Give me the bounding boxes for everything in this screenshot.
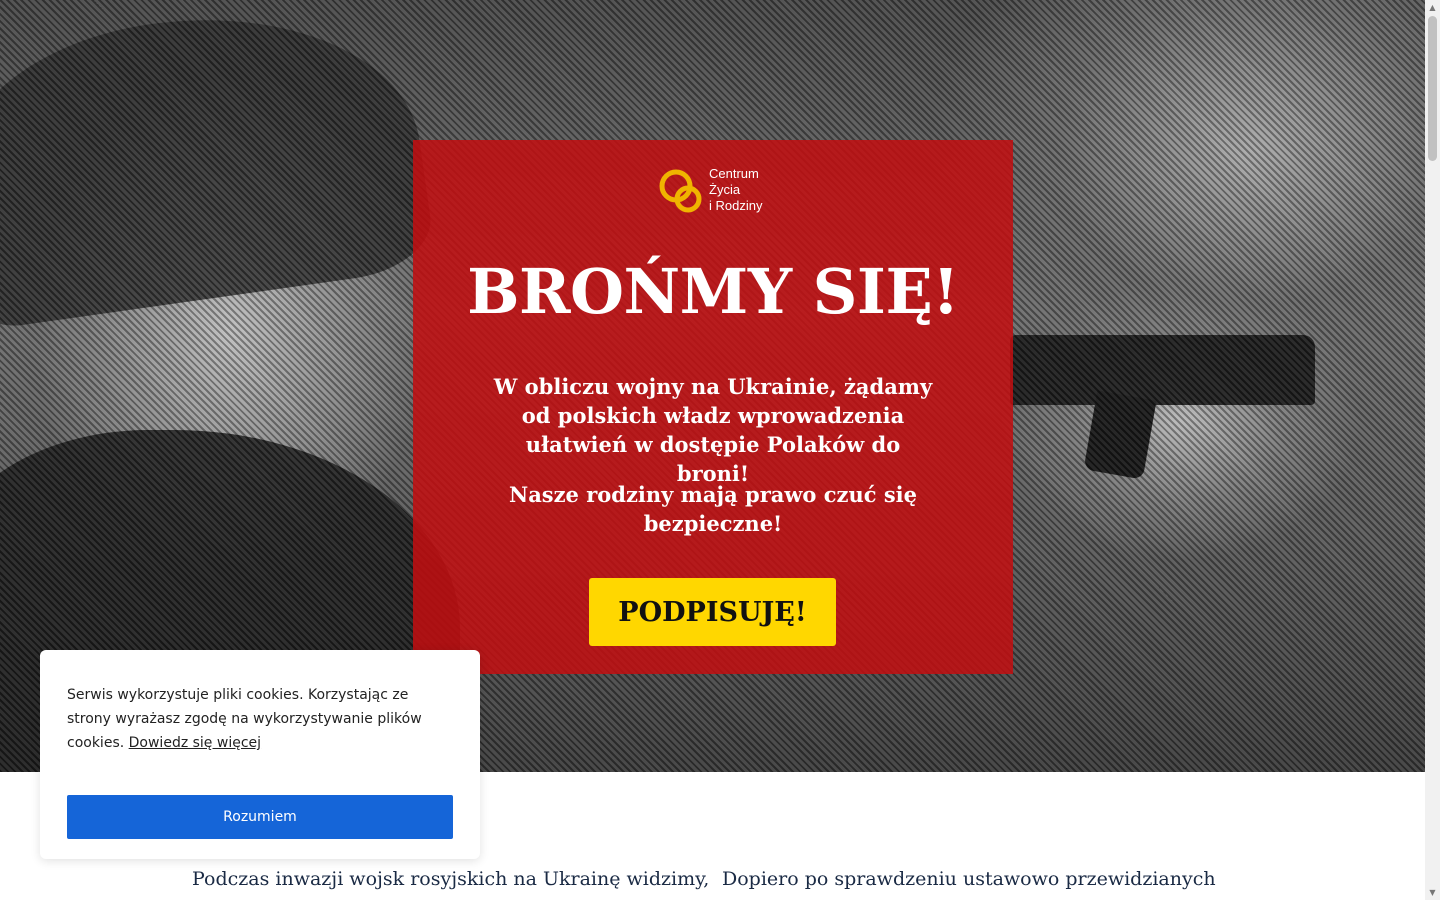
cookie-learn-more-link[interactable]: Dowiedz się więcej (129, 735, 261, 751)
article-column-left: Podczas inwazji wojsk rosyjskich na Ukra… (192, 868, 710, 890)
hero-lead-secondary: Nasze rodziny mają prawo czuć się bezpie… (509, 482, 917, 536)
logo-line-2: Życia (709, 182, 741, 197)
article-column-right: Dopiero po sprawdzeniu ustawowo przewidz… (722, 868, 1216, 890)
logo-line-3: i Rodziny (709, 198, 763, 213)
logo-line-1: Centrum (709, 166, 759, 181)
cookie-accept-button[interactable]: Rozumiem (67, 795, 453, 839)
scroll-down-arrow-icon[interactable]: ▼ (1425, 885, 1440, 900)
scrollbar-thumb[interactable] (1428, 16, 1437, 161)
hero-headline: BROŃMY SIĘ! (467, 255, 959, 328)
sign-petition-button[interactable]: PODPISUJĘ! (589, 578, 836, 646)
cookie-banner: Serwis wykorzystuje pliki cookies. Korzy… (40, 650, 480, 859)
page-scrollbar[interactable]: ▲ ▼ (1425, 0, 1440, 900)
logo-text: Centrum Życia i Rodziny (709, 166, 762, 214)
logo-rings-icon (658, 166, 706, 216)
cookie-message: Serwis wykorzystuje pliki cookies. Korzy… (67, 683, 447, 755)
scroll-up-arrow-icon[interactable]: ▲ (1425, 0, 1440, 15)
hero-lead: W obliczu wojny na Ukrainie, żądamy od p… (493, 374, 933, 486)
site-logo[interactable]: Centrum Życia i Rodziny (658, 166, 778, 218)
